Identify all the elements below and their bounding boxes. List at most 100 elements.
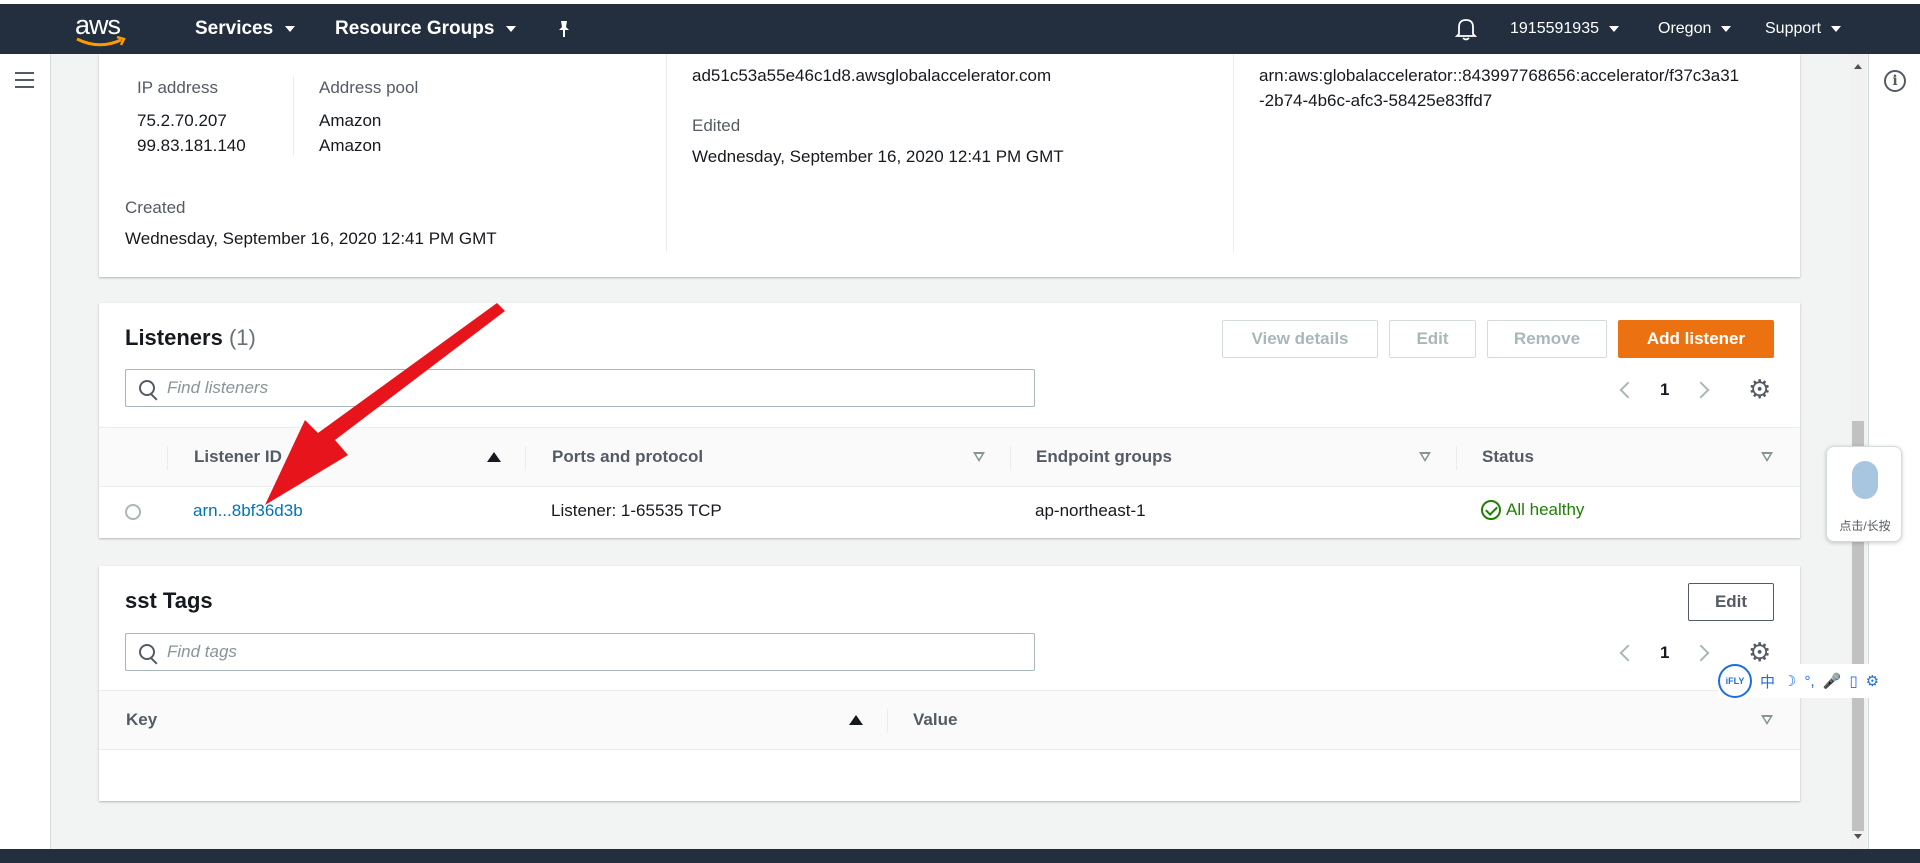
- services-menu[interactable]: Services: [195, 4, 296, 54]
- dns-name-value: ad51c53a55e46c1d8.awsglobalaccelerator.c…: [692, 66, 1052, 85]
- chevron-down-icon: [506, 26, 517, 32]
- page-number[interactable]: 1: [1660, 643, 1669, 663]
- add-listener-button[interactable]: Add listener: [1618, 320, 1774, 358]
- next-page-icon[interactable]: [1692, 381, 1710, 399]
- table-row[interactable]: arn...8bf36d3b Listener: 1-65535 TCP ap-…: [99, 487, 1800, 539]
- notifications-button[interactable]: [1455, 4, 1477, 54]
- column-header-listener-id[interactable]: Listener ID: [194, 428, 282, 486]
- voice-input-label: 点击/长按: [1839, 519, 1891, 533]
- account-menu[interactable]: 1915591935: [1510, 4, 1619, 54]
- ip-address-label: IP address: [137, 78, 218, 97]
- chevron-down-icon: [1831, 26, 1842, 32]
- sort-icon[interactable]: [1761, 715, 1773, 725]
- ime-toolbar: iFLY 中 ☽ °, 🎤 ▯ ⚙: [1718, 664, 1884, 698]
- sort-icon[interactable]: [1761, 452, 1773, 462]
- check-circle-icon: [1481, 500, 1501, 520]
- sort-icon[interactable]: [1419, 452, 1431, 462]
- arn-line-2: -2b74-4b6c-afc3-58425e83ffd7: [1259, 91, 1493, 110]
- sort-ascending-icon[interactable]: [487, 452, 501, 462]
- gear-icon[interactable]: ⚙: [1748, 376, 1771, 402]
- address-pool-2: Amazon: [319, 136, 382, 155]
- listeners-title: Listeners: [125, 325, 223, 350]
- chevron-down-icon: [1608, 26, 1619, 32]
- column-header-status[interactable]: Status: [1482, 428, 1534, 486]
- address-pool-1: Amazon: [319, 111, 382, 130]
- listeners-panel: Listeners (1) View details Edit Remove A…: [99, 303, 1800, 538]
- bell-icon: [1455, 19, 1477, 41]
- tags-search-input[interactable]: [167, 642, 894, 662]
- next-page-icon[interactable]: [1692, 644, 1710, 662]
- edit-listener-button[interactable]: Edit: [1389, 320, 1476, 358]
- listener-ports: Listener: 1-65535 TCP: [551, 501, 722, 520]
- support-label: Support: [1765, 20, 1822, 37]
- chinese-mode-icon[interactable]: 中: [1760, 671, 1775, 692]
- chevron-down-icon: [1721, 26, 1732, 32]
- tags-title: sst Tags: [125, 588, 213, 613]
- voice-input-widget[interactable]: 点击/长按: [1826, 446, 1902, 542]
- listener-search: [125, 369, 1035, 407]
- page-number[interactable]: 1: [1660, 380, 1669, 400]
- listeners-heading: Listeners (1): [125, 325, 256, 351]
- punctuation-icon[interactable]: °,: [1804, 673, 1814, 690]
- listeners-pagination: 1: [1619, 380, 1710, 400]
- scroll-up-icon[interactable]: [1854, 64, 1862, 69]
- divider: [293, 76, 294, 156]
- footer-bar: [0, 849, 1920, 863]
- ip-address-1: 75.2.70.207: [137, 111, 227, 130]
- gear-icon[interactable]: ⚙: [1748, 639, 1771, 665]
- created-label: Created: [125, 198, 186, 217]
- search-icon: [139, 380, 155, 396]
- info-icon[interactable]: i: [1884, 70, 1906, 92]
- microphone-icon: [1852, 461, 1878, 499]
- edit-tags-button[interactable]: Edit: [1688, 583, 1774, 621]
- region-menu[interactable]: Oregon: [1658, 4, 1732, 54]
- aws-logo[interactable]: aws: [75, 10, 131, 50]
- aws-smile-icon: [76, 36, 126, 47]
- previous-page-icon[interactable]: [1619, 644, 1637, 662]
- chevron-down-icon: [285, 26, 296, 32]
- status-indicator: All healthy: [1481, 500, 1584, 520]
- search-icon: [139, 644, 155, 660]
- column-header-ports[interactable]: Ports and protocol: [552, 428, 703, 486]
- column-header-endpoint-groups[interactable]: Endpoint groups: [1036, 428, 1172, 486]
- left-navigation-rail: [0, 54, 51, 849]
- listener-endpoint-group: ap-northeast-1: [1035, 501, 1146, 520]
- sort-ascending-icon[interactable]: [849, 715, 863, 725]
- view-details-button[interactable]: View details: [1222, 320, 1378, 358]
- ip-address-2: 99.83.181.140: [137, 136, 246, 155]
- keyboard-icon[interactable]: ▯: [1849, 672, 1857, 690]
- moon-icon[interactable]: ☽: [1783, 672, 1796, 690]
- column-header-value[interactable]: Value: [913, 691, 957, 749]
- arn-line-1: arn:aws:globalaccelerator::843997768656:…: [1259, 66, 1740, 85]
- divider: [666, 54, 667, 252]
- divider: [1233, 54, 1234, 252]
- menu-icon[interactable]: [15, 72, 34, 88]
- pin-icon: [559, 21, 569, 37]
- top-navigation-bar: aws Services Resource Groups 1915591935 …: [0, 0, 1920, 54]
- listeners-table-header: Listener ID Ports and protocol Endpoint …: [99, 427, 1800, 487]
- resource-groups-menu[interactable]: Resource Groups: [335, 4, 517, 54]
- created-value: Wednesday, September 16, 2020 12:41 PM G…: [125, 229, 497, 248]
- previous-page-icon[interactable]: [1619, 381, 1637, 399]
- tags-pagination: 1: [1619, 643, 1710, 663]
- edited-label: Edited: [692, 116, 741, 135]
- services-label: Services: [195, 18, 274, 39]
- settings-icon[interactable]: ⚙: [1866, 672, 1879, 690]
- listener-id-link[interactable]: arn...8bf36d3b: [193, 501, 303, 521]
- region-label: Oregon: [1658, 20, 1712, 37]
- edited-value: Wednesday, September 16, 2020 12:41 PM G…: [692, 147, 1064, 166]
- tags-panel: sst Tags Edit 1 ⚙ Key Value: [99, 566, 1800, 801]
- row-select-radio[interactable]: [125, 504, 141, 520]
- listener-search-input[interactable]: [167, 378, 894, 398]
- listeners-count: (1): [228, 325, 256, 350]
- status-text: All healthy: [1506, 500, 1585, 519]
- ifly-logo[interactable]: iFLY: [1718, 664, 1752, 698]
- scroll-down-icon[interactable]: [1854, 834, 1862, 839]
- microphone-icon[interactable]: 🎤: [1823, 672, 1842, 690]
- sort-icon[interactable]: [973, 452, 985, 462]
- column-header-key[interactable]: Key: [126, 691, 157, 749]
- support-menu[interactable]: Support: [1765, 4, 1842, 54]
- remove-listener-button[interactable]: Remove: [1487, 320, 1607, 358]
- pin-button[interactable]: [555, 4, 573, 54]
- address-pool-label: Address pool: [319, 78, 419, 97]
